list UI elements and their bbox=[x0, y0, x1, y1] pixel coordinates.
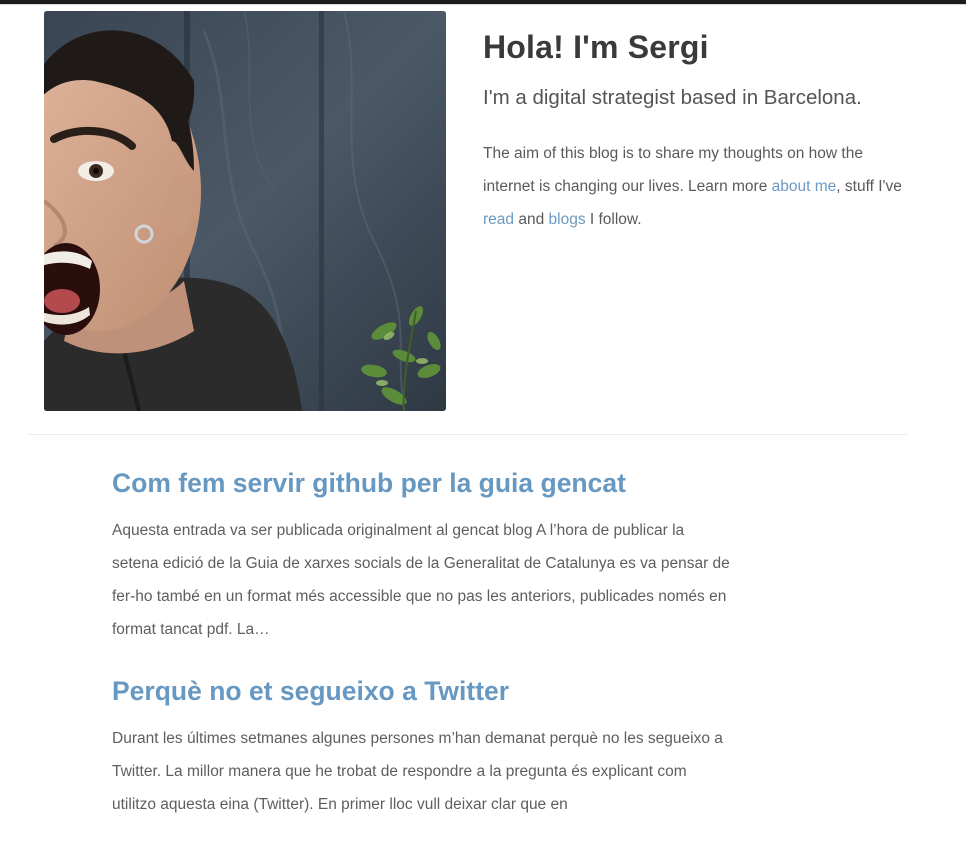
read-link[interactable]: read bbox=[483, 211, 514, 228]
post-item: Perquè no et segueixo a Twitter Durant l… bbox=[112, 672, 732, 821]
bio-text-part2: , stuff I've bbox=[836, 178, 902, 195]
profile-photo bbox=[44, 11, 446, 411]
page-title: Hola! I'm Sergi bbox=[483, 29, 709, 65]
intro-section: Hola! I'm Sergi I'm a digital strategist… bbox=[483, 26, 903, 236]
post-title-link[interactable]: Perquè no et segueixo a Twitter bbox=[112, 672, 732, 710]
tagline: I'm a digital strategist based in Barcel… bbox=[483, 86, 862, 109]
post-title-link[interactable]: Com fem servir github per la guia gencat bbox=[112, 464, 732, 502]
post-excerpt: Durant les últimes setmanes algunes pers… bbox=[112, 730, 723, 813]
bio-text-part3: and bbox=[514, 211, 549, 228]
about-me-link[interactable]: about me bbox=[772, 178, 837, 195]
bio-text: The aim of this blog is to share my thou… bbox=[483, 137, 903, 236]
post-list: Com fem servir github per la guia gencat… bbox=[112, 464, 732, 847]
bio-text-part4: I follow. bbox=[585, 211, 642, 228]
blogs-link[interactable]: blogs bbox=[549, 211, 586, 228]
post-item: Com fem servir github per la guia gencat… bbox=[112, 464, 732, 646]
section-divider bbox=[27, 434, 907, 435]
top-border-shadow bbox=[0, 4, 966, 5]
post-excerpt: Aquesta entrada va ser publicada origina… bbox=[112, 522, 730, 638]
